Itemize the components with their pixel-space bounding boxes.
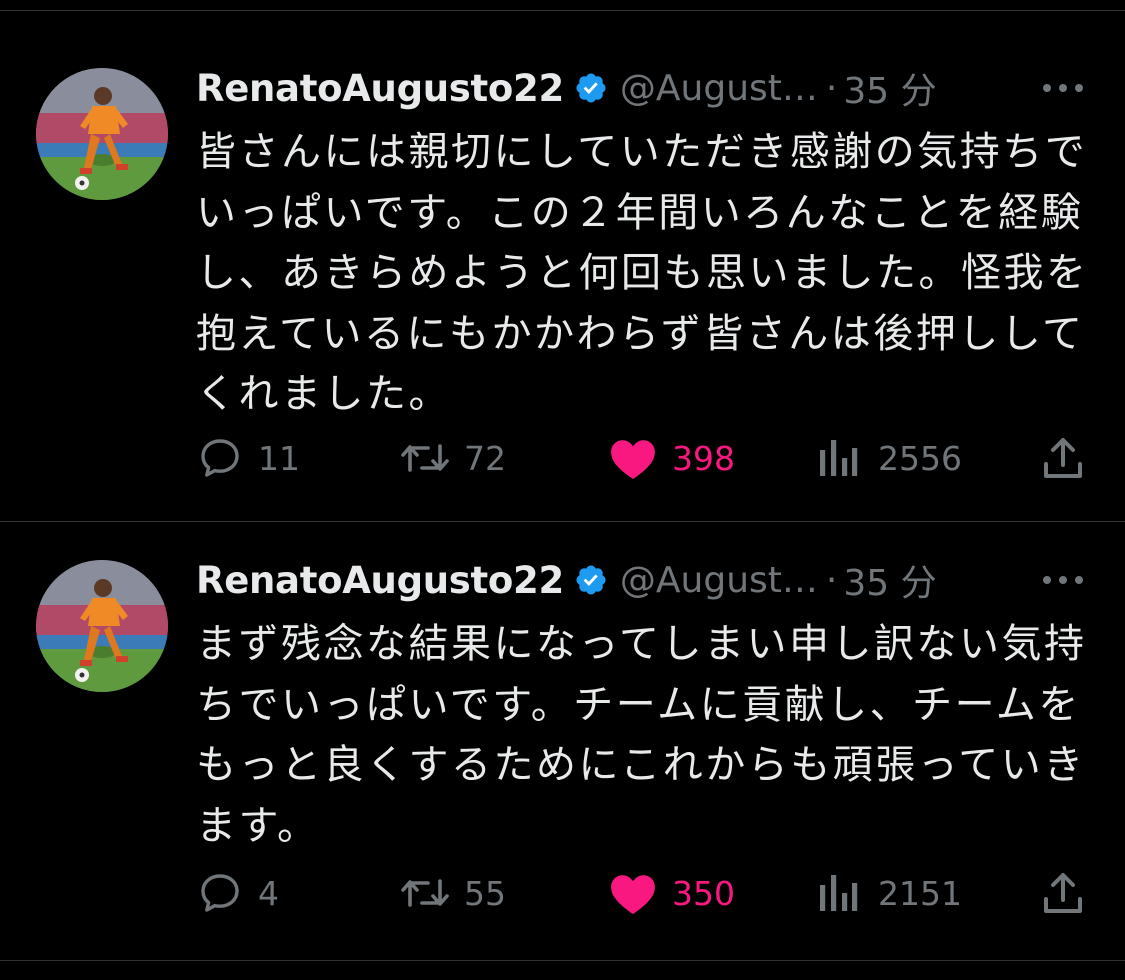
reply-count: 4 <box>258 873 279 913</box>
heart-filled-icon <box>611 875 655 915</box>
reply-button[interactable]: 11 <box>196 433 300 483</box>
tweet-divider <box>0 521 1125 522</box>
share-button[interactable] <box>1040 868 1086 918</box>
action-bar: 11 72 398 2556 <box>0 433 1125 483</box>
more-options-icon[interactable] <box>1040 75 1086 101</box>
retweet-icon <box>401 879 449 907</box>
display-name[interactable]: RenatoAugusto22 <box>196 559 564 602</box>
bottom-divider <box>0 960 1125 961</box>
share-icon <box>1044 438 1082 478</box>
views-button[interactable]: 2151 <box>816 868 962 918</box>
timestamp[interactable]: 35 分 <box>843 62 936 114</box>
separator: · <box>825 559 838 601</box>
display-name[interactable]: RenatoAugusto22 <box>196 67 564 110</box>
views-chart-icon <box>820 440 858 476</box>
reply-button[interactable]: 4 <box>196 868 279 918</box>
like-button[interactable]: 398 <box>608 433 735 483</box>
retweet-button[interactable]: 55 <box>398 868 506 918</box>
avatar[interactable] <box>36 68 168 200</box>
reply-icon <box>201 439 239 477</box>
views-button[interactable]: 2556 <box>816 433 962 483</box>
share-icon <box>1044 873 1082 913</box>
tweet-text: まず残念な結果になってしまい申し訳ない気持 ちでいっぱいです。チームに貢献し、チ… <box>196 621 1087 849</box>
like-count: 398 <box>672 438 735 478</box>
action-bar: 4 55 350 2151 <box>0 868 1125 918</box>
verified-badge-icon <box>576 73 606 103</box>
retweet-count: 55 <box>464 873 506 913</box>
tweet-text: 皆さんには親切にしていただき感謝の気持ちで いっぱいです。この２年間いろんなこと… <box>196 129 1089 417</box>
player-avatar-image <box>36 560 168 692</box>
top-divider <box>0 10 1125 11</box>
separator: · <box>825 67 838 109</box>
views-count: 2151 <box>878 873 962 913</box>
verified-badge-icon <box>576 565 606 595</box>
timestamp[interactable]: 35 分 <box>843 554 936 606</box>
handle[interactable]: @August… <box>620 560 818 601</box>
share-button[interactable] <box>1040 433 1086 483</box>
handle[interactable]: @August… <box>620 68 818 109</box>
like-count: 350 <box>672 873 735 913</box>
like-button[interactable]: 350 <box>608 868 735 918</box>
retweet-icon <box>401 444 449 472</box>
more-options-icon[interactable] <box>1040 567 1086 593</box>
retweet-button[interactable]: 72 <box>398 433 506 483</box>
avatar[interactable] <box>36 560 168 692</box>
heart-filled-icon <box>611 440 655 480</box>
reply-count: 11 <box>258 438 300 478</box>
player-avatar-image <box>36 68 168 200</box>
views-chart-icon <box>820 875 858 911</box>
reply-icon <box>201 874 239 912</box>
retweet-count: 72 <box>464 438 506 478</box>
views-count: 2556 <box>878 438 962 478</box>
